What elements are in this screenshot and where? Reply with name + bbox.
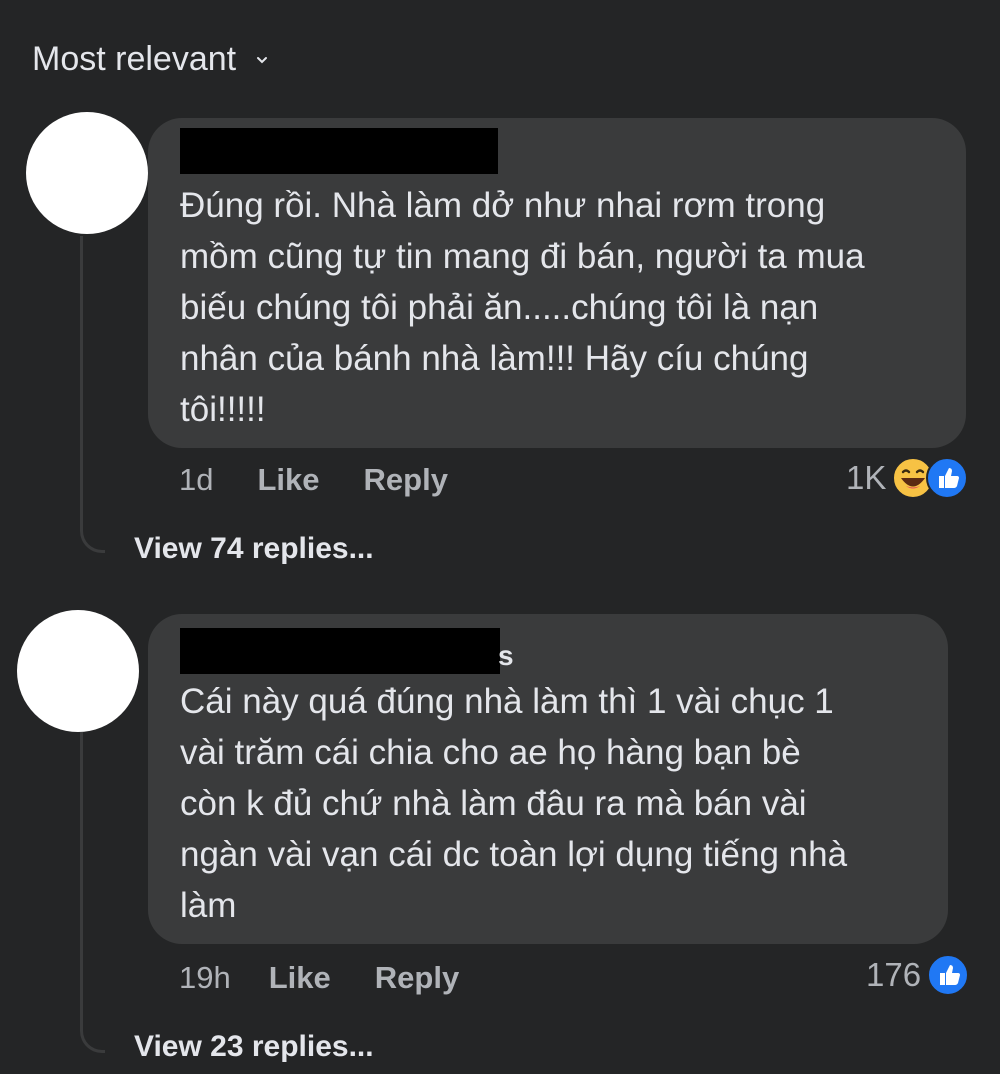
avatar[interactable] [26, 112, 148, 234]
author-name-suffix: s [498, 640, 514, 671]
like-emoji-icon [927, 954, 970, 996]
comment-text: Cái này quá đúng nhà làm thì 1 vài chục … [180, 682, 848, 925]
reply-button[interactable]: Reply [364, 462, 448, 498]
reaction-count: 176 [866, 956, 922, 993]
comment-time[interactable]: 19h [179, 960, 231, 996]
redacted-author-name[interactable] [180, 128, 498, 174]
comment-actions: 19h Like Reply [179, 960, 459, 996]
reaction-count: 1K [846, 459, 887, 496]
thread-line [80, 236, 105, 553]
view-replies-link[interactable]: View 74 replies... [134, 532, 374, 566]
comment-text: Đúng rồi. Nhà làm dở như nhai rơm trong … [180, 186, 865, 429]
reaction-summary[interactable]: 176 [866, 954, 970, 996]
comment-time[interactable]: 1d [179, 462, 213, 498]
reply-button[interactable]: Reply [375, 960, 459, 996]
comment-bubble: s Cái này quá đúng nhà làm thì 1 vài chụ… [148, 614, 948, 944]
like-button[interactable]: Like [269, 960, 331, 996]
thread-line [80, 732, 105, 1053]
view-replies-link[interactable]: View 23 replies... [134, 1030, 374, 1064]
sort-label: Most relevant [32, 40, 237, 78]
like-button[interactable]: Like [257, 462, 319, 498]
like-emoji-icon [926, 457, 969, 499]
redacted-author-name[interactable] [180, 628, 500, 674]
sort-dropdown[interactable]: Most relevant [32, 40, 268, 79]
comment-bubble: Đúng rồi. Nhà làm dở như nhai rơm trong … [148, 118, 966, 448]
comment-actions: 1d Like Reply [179, 462, 448, 498]
reaction-summary[interactable]: 1K [846, 457, 969, 499]
avatar[interactable] [17, 610, 139, 732]
chevron-down-icon [257, 56, 268, 63]
